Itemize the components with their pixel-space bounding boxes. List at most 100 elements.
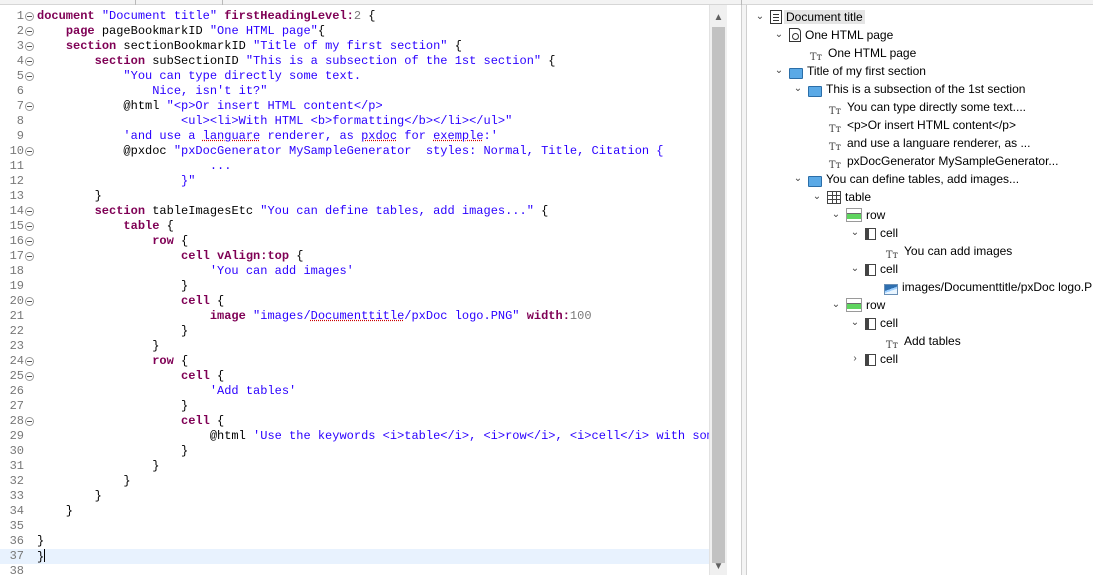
collapse-icon[interactable]: ⌄ xyxy=(849,260,861,278)
code-line[interactable]: 18 'You can add images' xyxy=(0,264,710,279)
keyword-token: page xyxy=(65,24,95,38)
outline-text[interactable]: Tᴛ pxDocGenerator MySampleGenerator... xyxy=(811,152,1060,171)
code-line[interactable]: 24 row { xyxy=(0,354,710,369)
code-line[interactable]: 5 "You can type directly some text. xyxy=(0,69,710,84)
scroll-up-arrow-icon[interactable]: ▲ xyxy=(710,9,727,26)
outline-section[interactable]: ⌄ Title of my first section xyxy=(773,62,928,80)
fold-toggle-icon[interactable] xyxy=(25,222,34,231)
outline-text[interactable]: Tᴛ You can add images xyxy=(868,242,1014,261)
code-line[interactable]: 14 section tableImagesEtc "You can defin… xyxy=(0,204,710,219)
collapse-icon[interactable]: ⌄ xyxy=(792,80,804,98)
outline-cell[interactable]: ⌄ cell xyxy=(849,314,900,332)
fold-toggle-icon[interactable] xyxy=(25,297,34,306)
code-line[interactable]: 35 xyxy=(0,519,710,534)
fold-toggle-icon[interactable] xyxy=(25,72,34,81)
code-line[interactable]: 38 xyxy=(0,564,710,575)
outline-text[interactable]: Tᴛ You can type directly some text.... xyxy=(811,98,1028,117)
outline-row[interactable]: ⌄ row xyxy=(830,206,887,224)
outline-cell[interactable]: ⌄ cell xyxy=(849,224,900,242)
collapse-icon[interactable]: ⌄ xyxy=(830,296,842,314)
collapse-icon[interactable]: ⌄ xyxy=(773,26,785,44)
plain-token: pageBookmarkID xyxy=(94,24,210,38)
outline-text[interactable]: Tᴛ One HTML page xyxy=(792,44,918,63)
outline-text[interactable]: Tᴛ and use a languare renderer, as ... xyxy=(811,134,1032,153)
code-line[interactable]: 3 section sectionBookmarkID "Title of my… xyxy=(0,39,710,54)
code-line[interactable]: 22 } xyxy=(0,324,710,339)
outline-image[interactable]: images/Documenttitle/pxDoc logo.PNG xyxy=(868,278,1093,296)
code-line[interactable]: 11 ... xyxy=(0,159,710,174)
fold-toggle-icon[interactable] xyxy=(25,372,34,381)
collapse-icon[interactable]: ⌄ xyxy=(773,62,785,80)
code-line[interactable]: 32 } xyxy=(0,474,710,489)
line-number: 23 xyxy=(9,339,24,353)
outline-section[interactable]: ⌄ You can define tables, add images... xyxy=(792,170,1021,188)
code-line[interactable]: 4 section subSectionID "This is a subsec… xyxy=(0,54,710,69)
code-line[interactable]: 25 cell { xyxy=(0,369,710,384)
outline-cell[interactable]: ⌄ cell xyxy=(849,260,900,278)
fold-toggle-icon[interactable] xyxy=(25,252,34,261)
code-line[interactable]: 13 } xyxy=(0,189,710,204)
outline-page[interactable]: ⌄ One HTML page xyxy=(773,26,895,44)
fold-toggle-icon[interactable] xyxy=(25,102,34,111)
code-line[interactable]: 8 <ul><li>With HTML <b>formatting</b></l… xyxy=(0,114,710,129)
outline-row[interactable]: ⌄ row xyxy=(830,296,887,314)
line-number: 5 xyxy=(16,69,24,83)
outline-table[interactable]: ⌄ table xyxy=(811,188,873,206)
expand-icon[interactable]: › xyxy=(849,350,861,368)
plain-token: { xyxy=(317,24,326,38)
code-line[interactable]: 26 'Add tables' xyxy=(0,384,710,399)
outline-section[interactable]: ⌄ This is a subsection of the 1st section xyxy=(792,80,1027,98)
fold-toggle-icon[interactable] xyxy=(25,42,34,51)
code-line[interactable]: 12 }" xyxy=(0,174,710,189)
code-text: page pageBookmarkID "One HTML page"{ xyxy=(37,24,325,39)
code-line[interactable]: 6 Nice, isn't it?" xyxy=(0,84,710,99)
code-line[interactable]: 29 @html 'Use the keywords <i>table</i>,… xyxy=(0,429,722,444)
outline-cell[interactable]: › cell xyxy=(849,350,900,368)
fold-toggle-icon[interactable] xyxy=(25,27,34,36)
code-line[interactable]: 9 'and use a languare renderer, as pxdoc… xyxy=(0,129,710,144)
editor-vertical-scrollbar[interactable]: ▲ ▼ xyxy=(709,5,727,575)
code-line[interactable]: 27 } xyxy=(0,399,710,414)
code-line[interactable]: 31 } xyxy=(0,459,710,474)
code-line[interactable]: 23 } xyxy=(0,339,710,354)
fold-toggle-icon[interactable] xyxy=(25,12,34,21)
code-line[interactable]: 28 cell { xyxy=(0,414,710,429)
code-line[interactable]: 17 cell vAlign:top { xyxy=(0,249,710,264)
fold-toggle-icon[interactable] xyxy=(25,357,34,366)
code-line[interactable]: 30 } xyxy=(0,444,710,459)
collapse-icon[interactable]: ⌄ xyxy=(754,8,766,26)
code-line[interactable]: 1 document "Document title" firstHeadingL… xyxy=(0,9,710,24)
code-line[interactable]: 19 } xyxy=(0,279,710,294)
code-editor[interactable]: 1 document "Document title" firstHeadingL… xyxy=(0,5,727,575)
fold-toggle-icon[interactable] xyxy=(25,417,34,426)
code-line[interactable]: 33 } xyxy=(0,489,710,504)
code-line[interactable]: 15 table { xyxy=(0,219,710,234)
collapse-icon[interactable]: ⌄ xyxy=(811,188,823,206)
collapse-icon[interactable]: ⌄ xyxy=(849,314,861,332)
code-line[interactable]: 20 cell { xyxy=(0,294,710,309)
outline-document-title[interactable]: ⌄ Document title xyxy=(754,8,865,26)
fold-toggle-icon[interactable] xyxy=(25,237,34,246)
tree-item-label: Title of my first section xyxy=(807,64,926,78)
code-line[interactable]: 34 } xyxy=(0,504,710,519)
fold-toggle-icon[interactable] xyxy=(25,147,34,156)
editor-lines[interactable]: 1 document "Document title" firstHeadingL… xyxy=(0,9,722,575)
outline-text[interactable]: Tᴛ <p>Or insert HTML content</p> xyxy=(811,116,1018,135)
code-line[interactable]: 21 image "images/Documenttitle/pxDoc log… xyxy=(0,309,710,324)
code-line[interactable]: 2 page pageBookmarkID "One HTML page"{ xyxy=(0,24,710,39)
scrollbar-thumb[interactable] xyxy=(712,27,725,563)
collapse-icon[interactable]: ⌄ xyxy=(830,206,842,224)
line-number: 26 xyxy=(9,384,24,398)
collapse-icon[interactable]: ⌄ xyxy=(849,224,861,242)
fold-toggle-icon[interactable] xyxy=(25,57,34,66)
scroll-down-arrow-icon[interactable]: ▼ xyxy=(710,558,727,575)
pane-divider[interactable] xyxy=(741,5,747,575)
fold-toggle-icon[interactable] xyxy=(25,207,34,216)
code-line[interactable]: 7 @html "<p>Or insert HTML content</p> xyxy=(0,99,710,114)
code-line[interactable]: 16 row { xyxy=(0,234,710,249)
code-line[interactable]: 37} xyxy=(0,549,710,564)
outline-text[interactable]: Tᴛ Add tables xyxy=(868,332,963,351)
collapse-icon[interactable]: ⌄ xyxy=(792,170,804,188)
code-line[interactable]: 10 @pxdoc "pxDocGenerator MySampleGenera… xyxy=(0,144,710,159)
code-line[interactable]: 36} xyxy=(0,534,710,549)
